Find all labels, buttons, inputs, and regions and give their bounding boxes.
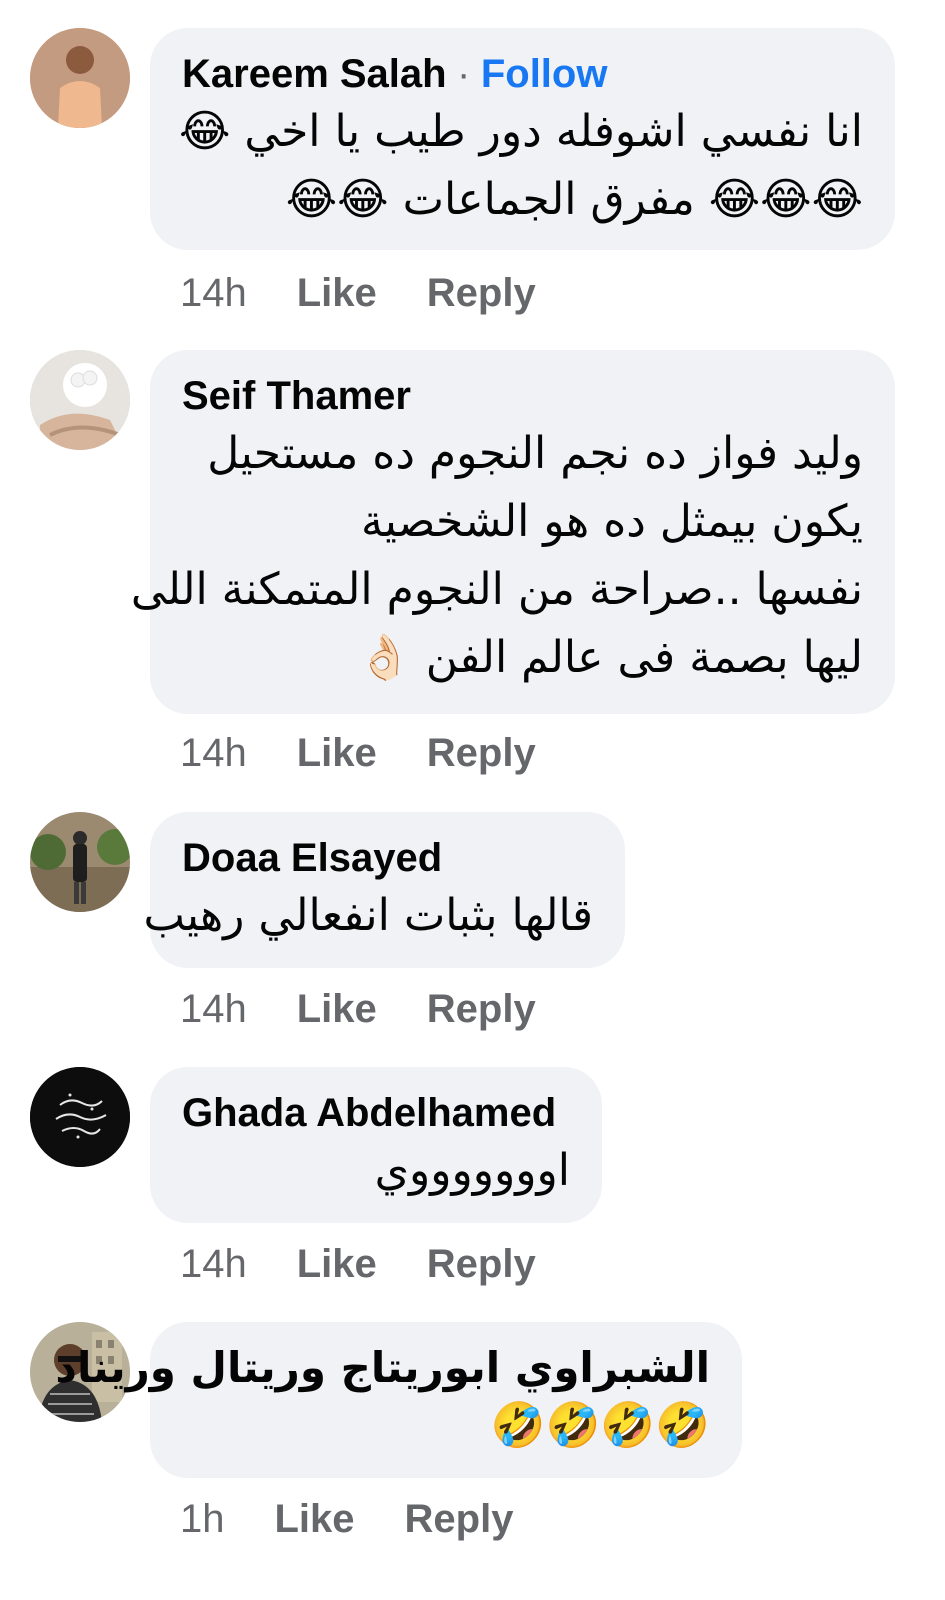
like-button[interactable]: Like (297, 1239, 377, 1289)
comment-actions: 14h Like Reply (180, 1239, 536, 1289)
comment-text: انا نفسي اشوفله دور طيب يا اخي 😂 😂😂😂 مفر… (179, 98, 863, 234)
comment-author[interactable]: Doaa Elsayed (182, 836, 442, 880)
avatar[interactable] (30, 812, 130, 912)
like-button[interactable]: Like (297, 268, 377, 318)
comment-text: وليد فواز ده نجم النجوم ده مستحيل يكون ب… (130, 420, 863, 692)
comment-actions: 14h Like Reply (180, 728, 536, 778)
follow-button[interactable]: Follow (481, 52, 608, 96)
like-button[interactable]: Like (297, 728, 377, 778)
comment-item: Doaa Elsayed قالها بثبات انفعالي رهيب 14… (0, 790, 945, 1045)
comment-actions: 1h Like Reply (180, 1494, 513, 1544)
avatar[interactable] (30, 1067, 130, 1167)
comment-timestamp[interactable]: 14h (180, 984, 247, 1034)
reply-button[interactable]: Reply (427, 1239, 536, 1289)
avatar[interactable] (30, 350, 130, 450)
reply-button[interactable]: Reply (427, 728, 536, 778)
comment-actions: 14h Like Reply (180, 268, 536, 318)
comment-text-line: يكون بيمثل ده هو الشخصية (361, 496, 863, 547)
comment-text-line: 😂😂😂 مفرق الجماعات 😂😂 (285, 174, 863, 225)
comment-item: Kareem Salah · Follow انا نفسي اشوفله دو… (0, 0, 945, 330)
comment-text: اوووووووي (182, 1137, 570, 1205)
comment-text-line: قالها بثبات انفعالي رهيب (143, 890, 594, 941)
like-button[interactable]: Like (297, 984, 377, 1034)
comment-author[interactable]: الشبراوي ابوريتاج وريتال وريناد (55, 1344, 710, 1392)
comment-author[interactable]: Seif Thamer (182, 374, 411, 418)
comment-actions: 14h Like Reply (180, 984, 536, 1034)
comment-text: قالها بثبات انفعالي رهيب (143, 882, 594, 950)
comment-timestamp[interactable]: 14h (180, 1239, 247, 1289)
comment-text: 🤣🤣🤣🤣 (182, 1392, 710, 1460)
comment-text-line: وليد فواز ده نجم النجوم ده مستحيل (207, 428, 863, 479)
reply-button[interactable]: Reply (427, 984, 536, 1034)
comment-item: Ghada Abdelhamed اوووووووي 14h Like Reply (0, 1045, 945, 1300)
comment-text-line: نفسها ..صراحة من النجوم المتمكنة اللى (130, 564, 863, 615)
comment-bubble: Kareem Salah · Follow انا نفسي اشوفله دو… (150, 28, 895, 250)
comment-item: الشبراوي ابوريتاج وريتال وريناد 🤣🤣🤣🤣 1h L… (0, 1300, 945, 1600)
calligraphy-avatar-icon (30, 1067, 130, 1167)
comment-bubble: Doaa Elsayed قالها بثبات انفعالي رهيب (143, 812, 625, 968)
like-button[interactable]: Like (275, 1494, 355, 1544)
avatar[interactable] (30, 28, 130, 128)
comment-bubble: Ghada Abdelhamed اوووووووي (150, 1067, 602, 1223)
comment-timestamp[interactable]: 14h (180, 268, 247, 318)
reply-button[interactable]: Reply (427, 268, 536, 318)
comment-text-line: 🤣🤣🤣🤣 (490, 1400, 710, 1451)
comment-timestamp[interactable]: 14h (180, 728, 247, 778)
comment-author[interactable]: Ghada Abdelhamed (182, 1091, 556, 1135)
comment-bubble: Seif Thamer وليد فواز ده نجم النجوم ده م… (130, 350, 895, 714)
follow-separator: · (457, 52, 471, 96)
comment-author[interactable]: Kareem Salah (182, 52, 447, 96)
reply-button[interactable]: Reply (405, 1494, 514, 1544)
comment-text-line: اوووووووي (374, 1145, 570, 1196)
comment-text-line: ليها بصمة فى عالم الفن 👌🏻 (357, 632, 863, 683)
comment-timestamp[interactable]: 1h (180, 1494, 225, 1544)
comment-item: Seif Thamer وليد فواز ده نجم النجوم ده م… (0, 330, 945, 790)
comment-bubble: الشبراوي ابوريتاج وريتال وريناد 🤣🤣🤣🤣 (55, 1322, 742, 1478)
comment-text-line: انا نفسي اشوفله دور طيب يا اخي 😂 (179, 106, 863, 157)
